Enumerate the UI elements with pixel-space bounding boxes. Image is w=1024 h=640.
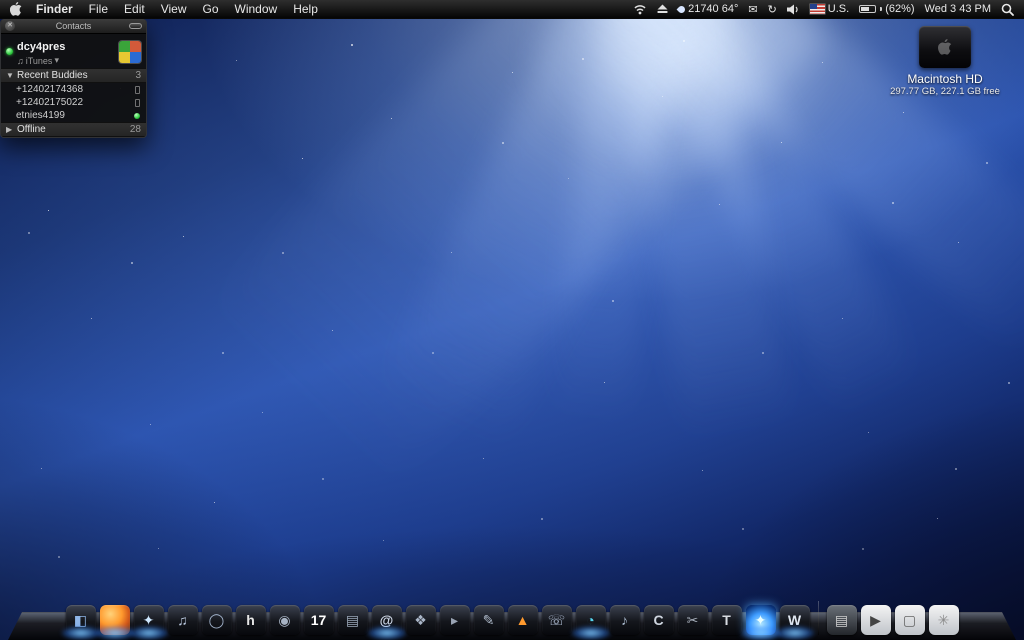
- desktop: Finder File Edit View Go Window Help 217…: [0, 0, 1024, 640]
- volume-icon[interactable]: [786, 4, 800, 15]
- battery-cap: [880, 7, 883, 11]
- chevron-down-icon: ▾: [54, 55, 59, 65]
- aurora-wallpaper: [0, 0, 1024, 640]
- dock-icon-browser-window[interactable]: ▢: [894, 605, 925, 635]
- buddy-name: +12402175022: [16, 97, 84, 108]
- dock-icon-safari[interactable]: ✦: [133, 605, 164, 635]
- dock-icon-itunes[interactable]: ♫: [167, 605, 198, 635]
- buddy-avatar[interactable]: [119, 40, 141, 63]
- sync-icon[interactable]: ↻: [768, 3, 777, 16]
- dock-items: ◧ ✦ ♫ ◯ h ◉ 17 ▤ @ ❖ ▸ ✎ ▲ ☏ ◔ ♪ C ✂ T ✦ W ▤ ▶ ▢ ✳: [8, 601, 1016, 635]
- desktop-icon-macintosh-hd[interactable]: Macintosh HD 297.77 GB, 227.1 GB free: [880, 26, 1010, 97]
- buddy-row[interactable]: etnies4199: [1, 109, 146, 122]
- my-screen-name: dcy4pres: [17, 41, 66, 53]
- titlebar-capsule-button[interactable]: [129, 23, 142, 29]
- buddy-row[interactable]: +12402175022: [1, 96, 146, 109]
- dock-icon-media-player[interactable]: ◯: [201, 605, 232, 635]
- dock-icon-dashboard[interactable]: ◔: [575, 605, 606, 635]
- window-title: Contacts: [55, 21, 92, 31]
- dock: ◧ ✦ ♫ ◯ h ◉ 17 ▤ @ ❖ ▸ ✎ ▲ ☏ ◔ ♪ C ✂ T ✦ W ▤ ▶ ▢ ✳: [8, 590, 1016, 640]
- contacts-titlebar[interactable]: ✕ Contacts: [1, 19, 146, 34]
- dock-icon-tools-app[interactable]: ✂: [677, 605, 708, 635]
- clock-menu[interactable]: Wed 3 43 PM: [925, 3, 991, 15]
- dock-icon-camera-app[interactable]: ◉: [269, 605, 300, 635]
- input-source-label: U.S.: [827, 3, 850, 15]
- status-label: iTunes: [25, 55, 53, 66]
- my-status-row[interactable]: dcy4pres ♫ iTunes ▾: [1, 34, 146, 68]
- eject-icon[interactable]: [657, 4, 668, 14]
- airport-icon[interactable]: [633, 3, 647, 15]
- online-status-icon: [134, 112, 140, 119]
- group-count: 28: [129, 124, 141, 135]
- dock-icon-mail[interactable]: @: [371, 605, 402, 635]
- dock-icon-finder[interactable]: ◧: [65, 605, 96, 635]
- input-source-menu[interactable]: U.S.: [809, 3, 850, 15]
- dock-icon-photos-app[interactable]: ❖: [405, 605, 436, 635]
- menu-window[interactable]: Window: [235, 2, 278, 16]
- menu-file[interactable]: File: [89, 2, 108, 16]
- droplet-icon: [676, 4, 687, 14]
- dock-icon-word[interactable]: W: [779, 605, 810, 635]
- apple-emblem-icon: [938, 39, 952, 55]
- dock-icon-vlc[interactable]: ▲: [507, 605, 538, 635]
- drive-free-space: 297.77 GB, 227.1 GB free: [890, 86, 1000, 97]
- dock-icon-firefox[interactable]: [99, 605, 130, 635]
- online-status-icon: [6, 48, 13, 55]
- dock-icon-address-book[interactable]: ▤: [337, 605, 368, 635]
- drive-label: Macintosh HD: [907, 72, 983, 86]
- battery-menu[interactable]: (62%): [859, 3, 915, 15]
- dock-icon-calendar[interactable]: 17: [303, 605, 334, 635]
- contacts-window: ✕ Contacts dcy4pres ♫ iTunes ▾ ▼ Recent …: [0, 19, 147, 138]
- music-note-icon: ♫: [17, 55, 24, 66]
- dock-icon-documents-stack[interactable]: ▤: [826, 605, 857, 635]
- group-offline[interactable]: ▶ Offline 28: [1, 122, 146, 137]
- dock-icon-h-app[interactable]: h: [235, 605, 266, 635]
- dock-icon-phone-app[interactable]: ☏: [541, 605, 572, 635]
- dock-icon-trash[interactable]: ✳: [928, 605, 959, 635]
- apple-icon: [10, 2, 22, 16]
- mail-icon[interactable]: ✉: [748, 3, 757, 16]
- menu-edit[interactable]: Edit: [124, 2, 145, 16]
- close-button[interactable]: ✕: [5, 21, 15, 31]
- menu-bar-status-area: 21740 64° ✉ ↻ U.S. (62%) Wed 3 43 PM: [633, 3, 1014, 16]
- dock-icon-radio-app[interactable]: ♪: [609, 605, 640, 635]
- menu-view[interactable]: View: [161, 2, 187, 16]
- dock-icon-blue-flame-app[interactable]: ✦: [745, 605, 776, 635]
- dock-icon-game-app[interactable]: ▸: [439, 605, 470, 635]
- group-label: Offline: [17, 124, 46, 135]
- apple-menu[interactable]: [10, 2, 22, 16]
- app-menu-finder[interactable]: Finder: [36, 2, 73, 16]
- menu-bar: Finder File Edit View Go Window Help 217…: [0, 0, 1024, 19]
- dock-separator: [817, 601, 819, 635]
- battery-percent: (62%): [885, 3, 915, 15]
- disclosure-triangle-icon[interactable]: ▶: [6, 125, 14, 134]
- mobile-status-icon: [135, 85, 140, 94]
- group-label: Recent Buddies: [17, 70, 88, 81]
- buddy-name: +12402174368: [16, 84, 84, 95]
- weather-menu[interactable]: 21740 64°: [676, 3, 739, 15]
- menu-help[interactable]: Help: [293, 2, 318, 16]
- hard-drive-icon: [919, 26, 971, 68]
- group-count: 3: [135, 70, 141, 81]
- dock-icon-pen-app[interactable]: ✎: [473, 605, 504, 635]
- group-recent-buddies[interactable]: ▼ Recent Buddies 3: [1, 68, 146, 83]
- buddy-row[interactable]: +12402174368: [1, 83, 146, 96]
- dock-icon-c-app[interactable]: C: [643, 605, 674, 635]
- menu-go[interactable]: Go: [203, 2, 219, 16]
- spotlight-icon[interactable]: [1001, 3, 1014, 16]
- mobile-status-icon: [135, 98, 140, 107]
- battery-icon: [859, 5, 877, 13]
- my-status-message[interactable]: ♫ iTunes ▾: [17, 55, 65, 66]
- dock-icon-textedit[interactable]: T: [711, 605, 742, 635]
- buddy-name: etnies4199: [16, 110, 65, 121]
- weather-text: 21740 64°: [688, 3, 739, 15]
- disclosure-triangle-icon[interactable]: ▼: [6, 71, 14, 80]
- dock-icon-movie-file[interactable]: ▶: [860, 605, 891, 635]
- us-flag-icon: [809, 4, 825, 14]
